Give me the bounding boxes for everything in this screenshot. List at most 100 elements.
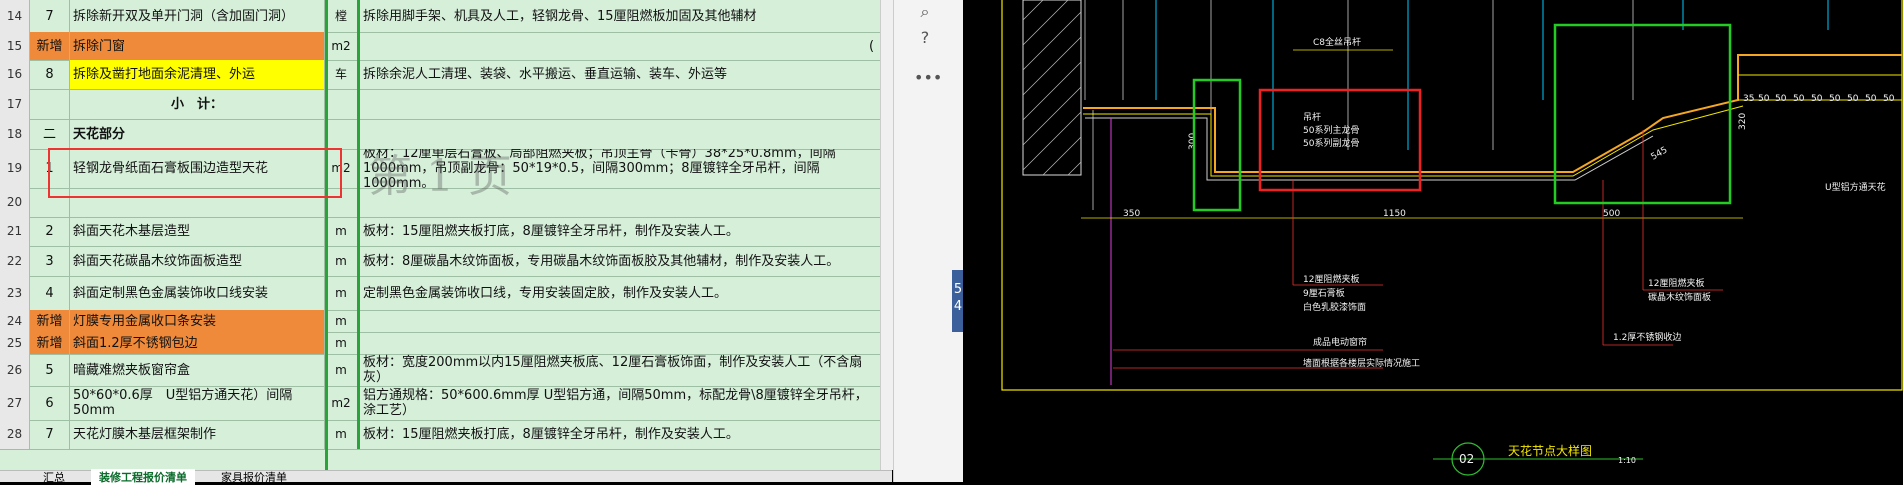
cell-unit[interactable]: 车 [325, 60, 360, 89]
aluminum-label: U型铝方通天花 [1825, 181, 1886, 193]
table-row: 24 新增 灯膜专用金属收口条安装 m [0, 310, 880, 333]
table-row: 18 二天花部分 [0, 119, 880, 150]
cell-desc[interactable]: 板材：15厘阻燃夹板打底，8厘镀锌全牙吊杆，制作及安装人工。 [360, 420, 880, 449]
cell-unit[interactable] [325, 119, 360, 149]
cell-desc[interactable]: 铝方通规格：50*600.6mm厚 U型铝方通，间隔50mm，标配龙骨\8厘镀锌… [360, 386, 880, 420]
tab-furniture[interactable]: 家具报价清单 [213, 469, 295, 485]
cell-seq[interactable]: 6 [30, 386, 70, 420]
cell-seq[interactable]: 7 [30, 420, 70, 449]
cell-unit[interactable]: m2 [325, 32, 360, 60]
callout-sub-keel: 50系列副龙骨 [1303, 137, 1359, 149]
note-left-3: 白色乳胶漆饰面 [1303, 301, 1366, 313]
cell-desc[interactable]: 拆除余泥人工清理、装袋、水平搬运、垂直运输、装车、外运等 [360, 60, 880, 89]
rod-label: C8全丝吊杆 [1313, 36, 1361, 48]
vertical-scrollbar[interactable] [880, 0, 893, 470]
help-icon[interactable]: ? [914, 28, 936, 50]
row-number[interactable]: 14 [0, 0, 30, 32]
cell-item[interactable]: 斜面天花木基层造型 [70, 217, 325, 246]
cad-drawing: 35 50 50 50 50 50 50 50 50 350 1150 500 … [963, 0, 1903, 482]
cell-item[interactable]: 小 计： [70, 89, 325, 119]
cell-unit[interactable]: m [325, 420, 360, 449]
cell-unit[interactable]: m [325, 310, 360, 332]
dim-1150: 1150 [1383, 209, 1406, 219]
cell-unit[interactable]: m [325, 246, 360, 276]
strip-dim: 50 [1775, 94, 1787, 104]
row-number[interactable]: 16 [0, 60, 30, 89]
cell-seq[interactable]: 新增 [30, 332, 70, 354]
row-number[interactable]: 28 [0, 420, 30, 449]
cell-desc[interactable] [360, 89, 880, 119]
cell-desc[interactable]: 板材：12厘单层石膏板、局部阻燃夹板；吊顶主骨（卡骨）38*25*0.8mm，间… [360, 149, 880, 188]
strip-dim: 50 [1829, 94, 1841, 104]
cell-desc[interactable] [360, 332, 880, 354]
cell-seq[interactable]: 新增 [30, 32, 70, 60]
cell-seq[interactable]: 2 [30, 217, 70, 246]
cell-item[interactable]: 拆除及凿打地面余泥清理、外运 [70, 60, 325, 89]
cell-unit[interactable]: m [325, 217, 360, 246]
cell-item[interactable]: 天花部分 [70, 119, 325, 149]
strip-dim: 35 [1743, 94, 1754, 104]
cell-desc[interactable]: 板材：宽度200mm以内15厘阻燃夹板底、12厘石膏板饰面，制作及安装人工（不含… [360, 354, 880, 386]
curtain-label: 成品电动窗帘 [1313, 336, 1367, 348]
strip-dim: 50 [1793, 94, 1805, 104]
highlight-box [48, 148, 342, 198]
cell-unit[interactable]: m [325, 354, 360, 386]
row-number[interactable]: 19 [0, 149, 30, 188]
cell-unit[interactable]: 樘 [325, 0, 360, 32]
cell-desc[interactable] [360, 188, 880, 217]
table-row: 22 3 斜面天花碳晶木纹饰面板造型 m 板材：8厘碳晶木纹饰面板，专用碳晶木纹饰面板胶… [0, 246, 880, 277]
row-number[interactable]: 15 [0, 32, 30, 60]
row-number[interactable]: 23 [0, 276, 30, 310]
tab-quotation[interactable]: 装修工程报价清单 [91, 468, 195, 485]
row-number[interactable]: 20 [0, 188, 30, 217]
row-number[interactable]: 25 [0, 332, 30, 354]
row-number[interactable]: 27 [0, 386, 30, 420]
cell-unit[interactable]: m [325, 332, 360, 354]
cell-item[interactable]: 拆除门窗 [70, 32, 325, 60]
row-number[interactable]: 26 [0, 354, 30, 386]
dim-500: 500 [1603, 209, 1620, 219]
row-number[interactable]: 18 [0, 119, 30, 149]
more-icon[interactable]: ••• [914, 68, 942, 90]
search-icon[interactable]: ⌕ [914, 2, 936, 24]
row-number[interactable]: 22 [0, 246, 30, 276]
cell-unit[interactable] [325, 89, 360, 119]
cell-unit[interactable]: m2 [325, 386, 360, 420]
cell-seq[interactable]: 7 [30, 0, 70, 32]
cell-desc[interactable] [360, 32, 866, 60]
cell-item[interactable]: 斜面定制黑色金属装饰收口线安装 [70, 276, 325, 310]
cell-item[interactable]: 拆除新开双及单开门洞（含加固门洞） [70, 0, 325, 32]
cell-seq[interactable]: 3 [30, 246, 70, 276]
highlight-green-1 [1192, 78, 1242, 212]
table-row: 28 7 天花灯膜木基层框架制作 m 板材：15厘阻燃夹板打底，8厘镀锌全牙吊杆，制作及… [0, 420, 880, 450]
cell-seq[interactable]: 5 [30, 354, 70, 386]
cell-item[interactable]: 50*60*0.6厚 U型铝方通天花）间隔50mm [70, 386, 325, 420]
cell-unit[interactable]: m [325, 276, 360, 310]
tab-summary[interactable]: 汇总 [35, 469, 73, 485]
row-number[interactable]: 21 [0, 217, 30, 246]
cell-item[interactable]: 暗藏难燃夹板窗帘盒 [70, 354, 325, 386]
cell-item[interactable]: 灯膜专用金属收口条安装 [70, 310, 325, 332]
cell-item[interactable]: 天花灯膜木基层框架制作 [70, 420, 325, 449]
cell-seq[interactable]: 8 [30, 60, 70, 89]
table-row: 25 新增 斜面1.2厚不锈钢包边 m [0, 332, 880, 355]
cell-desc[interactable]: 拆除用脚手架、机具及人工，轻钢龙骨、15厘阻燃板加固及其他辅材 [360, 0, 880, 32]
cell-desc[interactable]: 板材：15厘阻燃夹板打底，8厘镀锌全牙吊杆，制作及安装人工。 [360, 217, 880, 246]
cell-seq[interactable] [30, 89, 70, 119]
cell-seq[interactable]: 4 [30, 276, 70, 310]
table-row: 27 6 50*60*0.6厚 U型铝方通天花）间隔50mm m2 铝方通规格：50*6… [0, 386, 880, 421]
table-row: 16 8 拆除及凿打地面余泥清理、外运车拆除余泥人工清理、装袋、水平搬运、垂直运输、… [0, 60, 880, 90]
cell-desc[interactable] [360, 119, 880, 149]
cell-desc[interactable]: 板材：8厘碳晶木纹饰面板，专用碳晶木纹饰面板胶及其他辅材，制作及安装人工。 [360, 246, 880, 276]
row-number[interactable]: 17 [0, 89, 30, 119]
cell-seq[interactable]: 二 [30, 119, 70, 149]
cell-desc[interactable]: 定制黑色金属装饰收口线，专用安装固定胶，制作及安装人工。 [360, 276, 880, 310]
strip-dim: 50 [1883, 94, 1895, 104]
cell-desc[interactable] [360, 310, 880, 332]
wall-label: 墙面根据各楼层实际情况施工 [1303, 357, 1420, 369]
cell-item[interactable]: 斜面1.2厚不锈钢包边 [70, 332, 325, 354]
cell-item[interactable]: 斜面天花碳晶木纹饰面板造型 [70, 246, 325, 276]
row-number[interactable]: 24 [0, 310, 30, 332]
cell-seq[interactable]: 新增 [30, 310, 70, 332]
note-left-1: 12厘阻燃夹板 [1303, 273, 1359, 285]
